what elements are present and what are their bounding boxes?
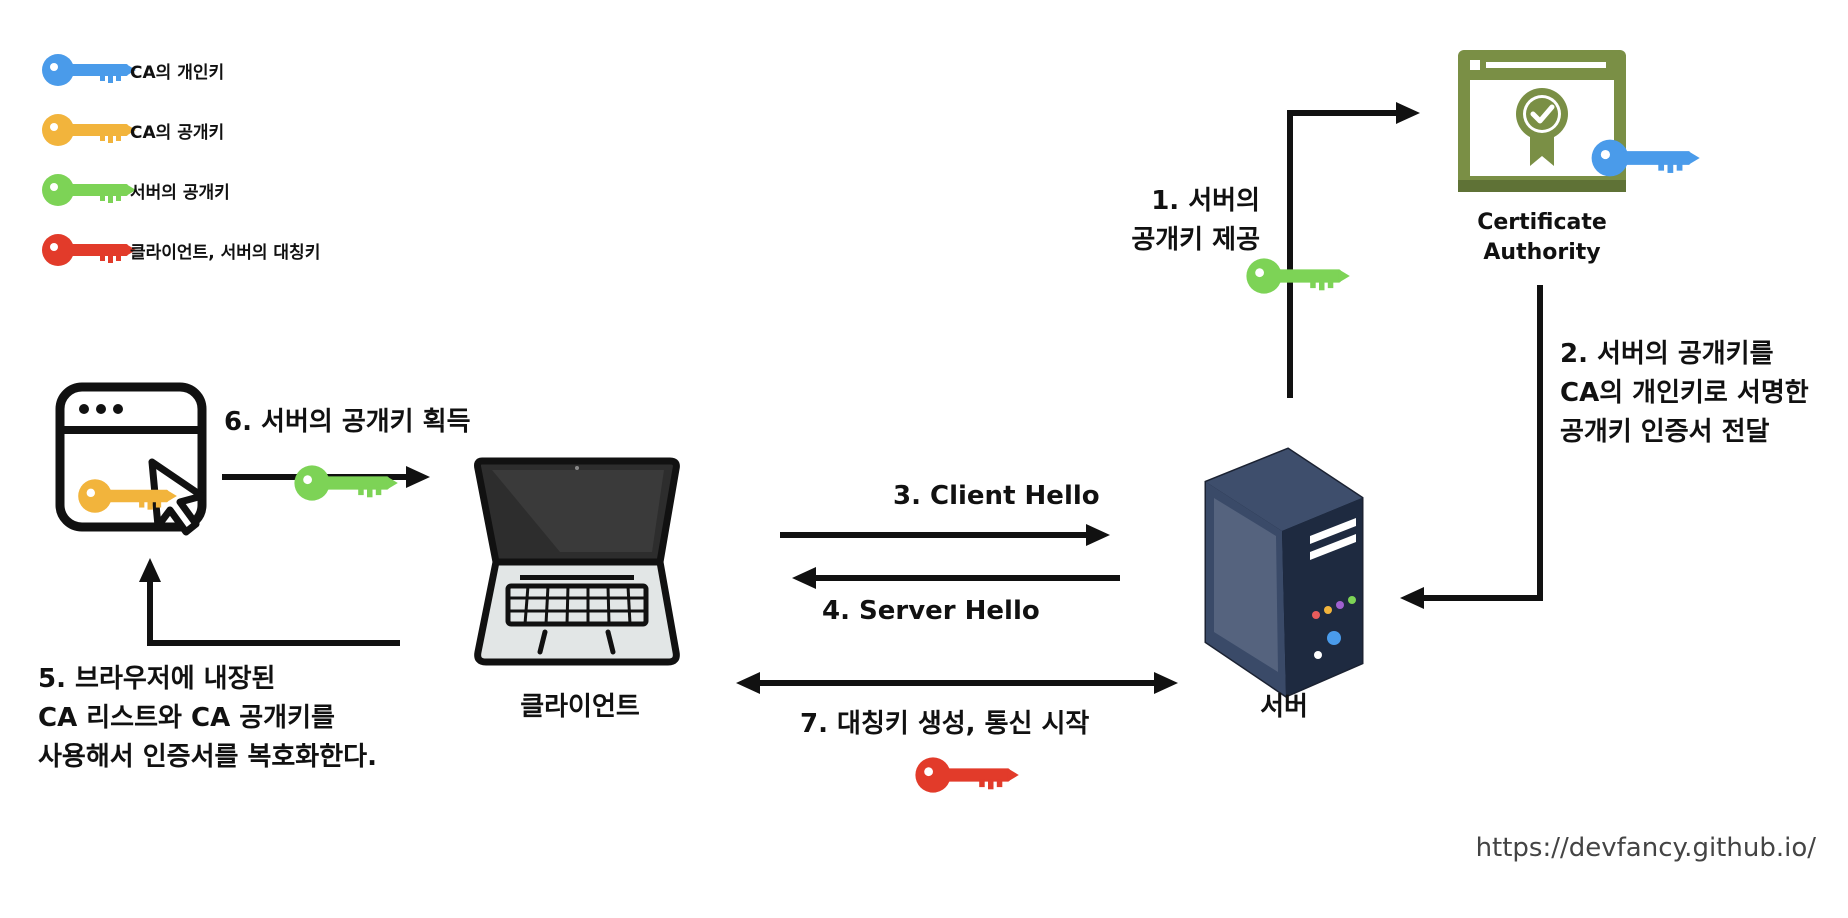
laptop-client-icon <box>474 457 680 666</box>
ca-label: Certificate Authority <box>1442 208 1642 268</box>
ca-label-line1: Certificate <box>1477 210 1607 235</box>
step1-label: 1. 서버의 공개키 제공 <box>1100 182 1260 260</box>
legend-label-symmetric: 클라이언트, 서버의 대칭키 <box>130 243 321 263</box>
step5-label: 5. 브라우저에 내장된 CA 리스트와 CA 공개키를 사용해서 인증서를 복… <box>38 660 377 777</box>
step2-label: 2. 서버의 공개키를 CA의 개인키로 서명한 공개키 인증서 전달 <box>1560 335 1809 452</box>
symmetric-key-icon <box>915 757 1019 793</box>
diagram-canvas <box>42 50 1700 793</box>
legend-label-ca-private: CA의 개인키 <box>130 63 225 83</box>
server-public-key-step6-icon <box>294 465 398 501</box>
arrow-ca-to-server <box>1400 285 1543 609</box>
arrow-server-to-ca <box>1287 102 1420 398</box>
step1-line2: 공개키 제공 <box>1131 225 1260 255</box>
legend-key-icon-ca-public <box>42 114 136 146</box>
legend-label-ca-public: CA의 공개키 <box>130 123 225 143</box>
server-public-key-step1-icon <box>1246 258 1350 294</box>
step4-label: 4. Server Hello <box>822 596 1040 626</box>
arrow-server-hello <box>792 567 1120 589</box>
step5-line1: 5. 브라우저에 내장된 <box>38 664 276 694</box>
step2-line1: 2. 서버의 공개키를 <box>1560 339 1774 369</box>
legend-key-icon-symmetric <box>42 234 136 266</box>
step3-label: 3. Client Hello <box>893 481 1100 511</box>
legend-key-icon-server-public <box>42 174 136 206</box>
server-label: 서버 <box>1260 692 1308 722</box>
client-label: 클라이언트 <box>520 692 640 722</box>
legend-key-icon-ca-private <box>42 54 136 86</box>
step6-label: 6. 서버의 공개키 획득 <box>224 407 471 437</box>
server-icon <box>1204 447 1364 698</box>
step2-line2: CA의 개인키로 서명한 <box>1560 378 1809 408</box>
source-url: https://devfancy.github.io/ <box>1475 833 1816 863</box>
ca-label-line2: Authority <box>1483 240 1601 265</box>
step1-line1: 1. 서버의 <box>1151 186 1260 216</box>
step2-line3: 공개키 인증서 전달 <box>1560 417 1770 447</box>
step5-line3: 사용해서 인증서를 복호화한다. <box>38 742 377 772</box>
step7-label: 7. 대칭키 생성, 통신 시작 <box>800 709 1090 739</box>
arrow-symmetric-communication <box>736 672 1178 694</box>
ca-private-key-icon <box>1591 139 1700 177</box>
arrow-client-hello <box>780 524 1110 546</box>
legend-label-server-public: 서버의 공개키 <box>130 183 230 203</box>
browser-window-icon <box>55 382 207 536</box>
tls-handshake-diagram: CA의 개인키 CA의 공개키 서버의 공개키 클라이언트, 서버의 대칭키 C… <box>0 0 1848 918</box>
step5-line2: CA 리스트와 CA 공개키를 <box>38 703 335 733</box>
arrow-client-to-browser <box>139 558 400 646</box>
